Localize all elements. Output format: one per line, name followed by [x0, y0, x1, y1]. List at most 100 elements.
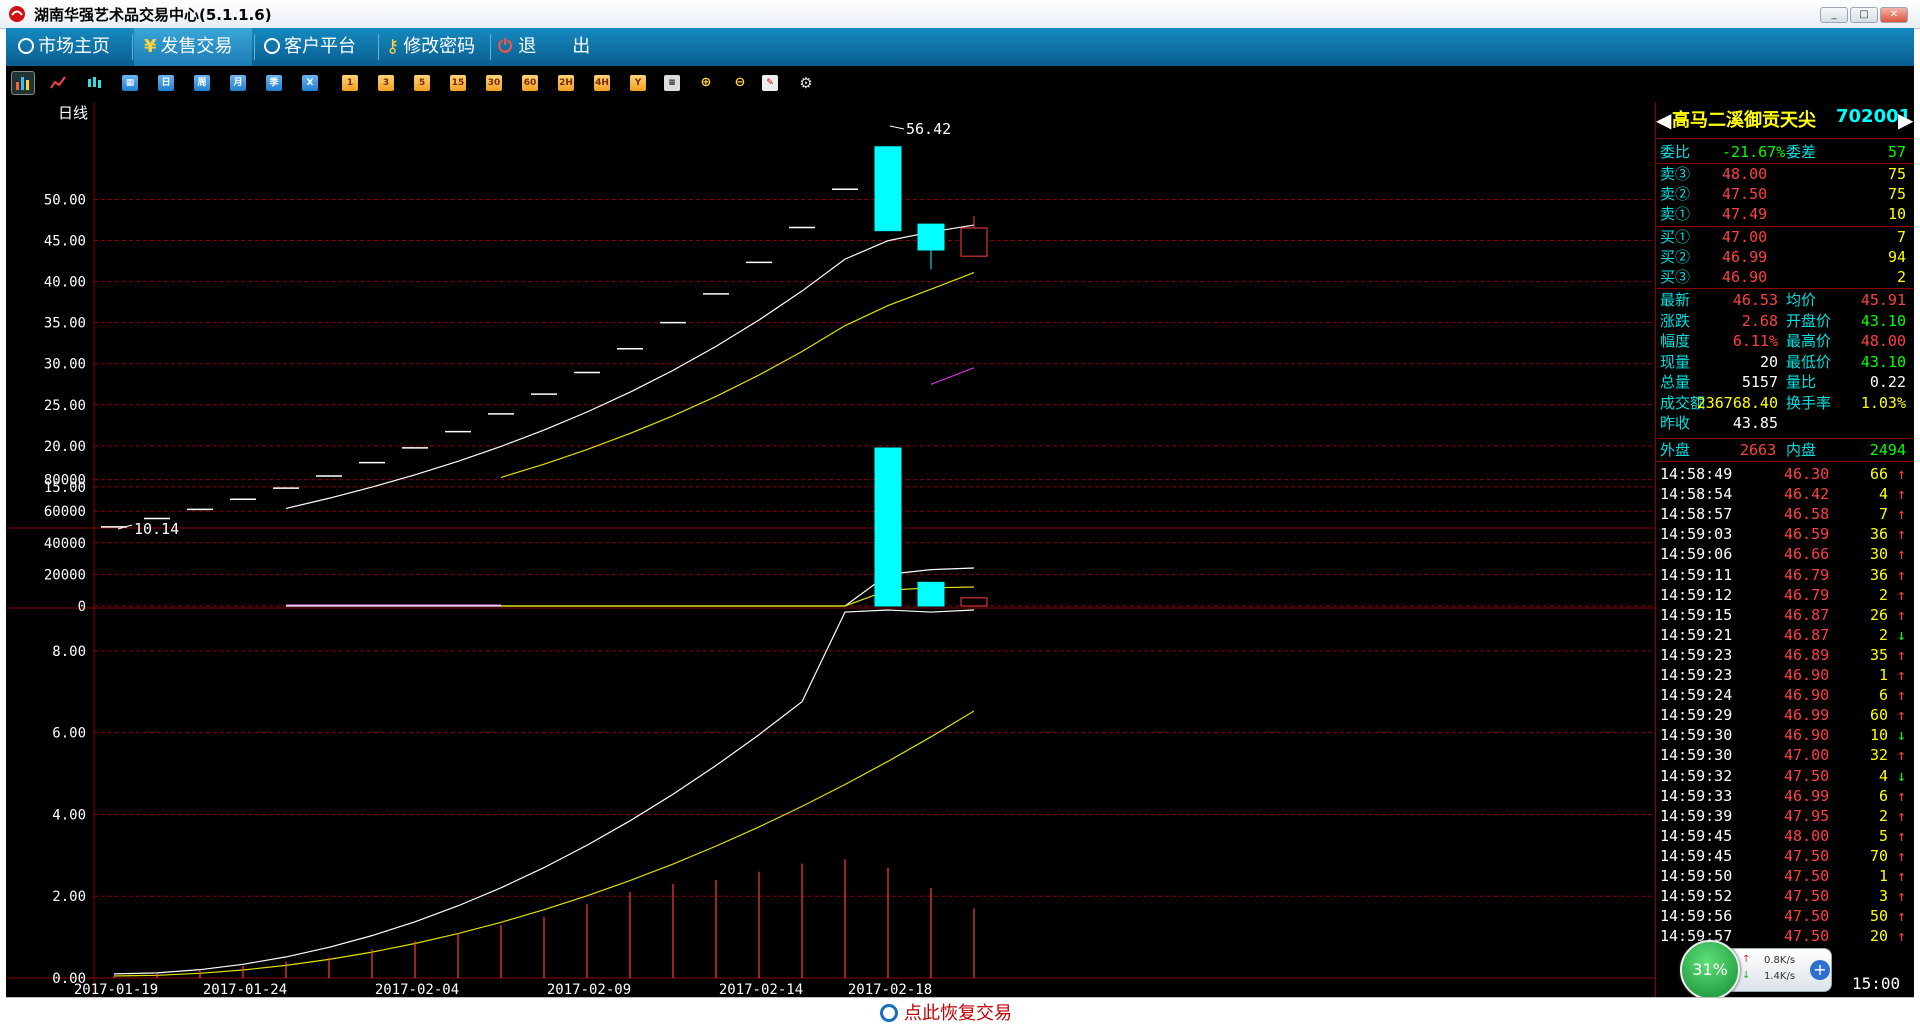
bid-label: 买① — [1660, 228, 1691, 246]
tick-qty: 20 — [1869, 927, 1888, 946]
stat-label: 换手率 — [1786, 393, 1832, 412]
add-icon[interactable]: + — [1810, 960, 1830, 980]
minute-60-button[interactable]: 60 — [522, 75, 538, 91]
bid-level-row: 买② 46.99 94 — [1660, 247, 1910, 267]
line-chart-icon[interactable] — [50, 75, 66, 91]
quote-stat-row: 总量 5157 量比 0.22 — [1660, 372, 1910, 392]
tick-time: 14:59:56 — [1660, 907, 1733, 926]
tick-time: 14:59:33 — [1660, 786, 1733, 805]
weicha-value: 57 — [1887, 143, 1906, 161]
tick-row: 14:59:03 46.59 36 ↑ — [1660, 524, 1910, 544]
weibi-label: 委比 — [1660, 143, 1691, 161]
network-monitor-widget[interactable]: 31% ↑ 0.8K/s ↓ 1.4K/s + — [1680, 940, 1832, 1000]
tick-price: 46.79 — [1784, 565, 1830, 584]
bid-price: 46.90 — [1722, 268, 1768, 286]
menu-change-password[interactable]: ⚷ 修改密码 — [386, 28, 496, 66]
quote-stat-row: 最新 46.53 均价 45.91 — [1660, 290, 1910, 310]
period-quarter-button[interactable]: 季 — [266, 75, 282, 91]
next-instrument-icon[interactable]: ▶ — [1898, 108, 1913, 132]
ask-label: 卖① — [1660, 205, 1691, 223]
chart-toolbar: ▦ 日 周 月 季 X 1 3 5 15 30 60 2H 4H Y ≡ ⊕ ⊖… — [6, 66, 1914, 103]
kline-chart-panel[interactable]: 日线 15.00 20.00 25.00 30.00 35.00 40.00 45.00 50… — [6, 102, 1655, 997]
tick-time: 14:59:52 — [1660, 887, 1733, 906]
title-bar: 湖南华强艺术品交易中心(5.1.1.6) _ □ ✕ — [0, 0, 1920, 29]
tick-price: 47.50 — [1784, 887, 1830, 906]
minute-5-button[interactable]: 5 — [414, 75, 430, 91]
power-icon: ⏻ — [498, 36, 513, 57]
period-day-button[interactable]: 日 — [158, 75, 174, 91]
period-week-button[interactable]: 周 — [194, 75, 210, 91]
close-button[interactable]: ✕ — [1880, 7, 1908, 23]
tick-time: 14:59:11 — [1660, 565, 1733, 584]
tick-qty: 4 — [1878, 766, 1888, 785]
price-tick-label: 30.00 — [44, 357, 86, 373]
tick-time: 14:59:45 — [1660, 846, 1733, 865]
minute-3-button[interactable]: 3 — [378, 75, 394, 91]
candlestick-icon[interactable] — [86, 75, 102, 91]
tick-time: 14:59:30 — [1660, 746, 1733, 765]
tick-qty: 30 — [1869, 545, 1888, 564]
zoom-in-icon[interactable]: ⊕ — [698, 75, 714, 91]
hour-2-button[interactable]: 2H — [558, 75, 574, 91]
clock: 15:00 — [1852, 974, 1901, 993]
tick-qty: 70 — [1869, 846, 1888, 865]
down-arrow-icon: ↓ — [1896, 726, 1906, 745]
up-arrow-icon: ↑ — [1896, 867, 1906, 885]
prev-instrument-icon[interactable]: ◀ — [1656, 108, 1671, 132]
price-ma20-line — [930, 367, 975, 385]
period-month-button[interactable]: 月 — [230, 75, 246, 91]
indicator-tick-label: 6.00 — [52, 726, 86, 742]
year-button[interactable]: Y — [630, 75, 646, 91]
tick-row: 14:59:30 46.90 10 ↓ — [1660, 725, 1910, 745]
menu-divider — [378, 34, 379, 60]
tick-time: 14:59:24 — [1660, 686, 1733, 705]
price-tick-label: 50.00 — [44, 192, 86, 208]
tick-qty: 5 — [1878, 826, 1888, 845]
quote-stat-row: 现量 20 最低价 43.10 — [1660, 352, 1910, 372]
tick-price: 47.50 — [1784, 766, 1830, 785]
minute-30-button[interactable]: 30 — [486, 75, 502, 91]
tick-time: 14:58:57 — [1660, 505, 1733, 524]
zoom-out-icon[interactable]: ⊖ — [732, 75, 748, 91]
quote-panel: ◀ 高马二溪御贡天尖 702001 ▶ 委比 -21.67% 委差 57 卖③ 4… — [1655, 102, 1914, 997]
gear-icon[interactable]: ⚙ — [798, 75, 814, 91]
neipan-value: 2494 — [1869, 441, 1906, 459]
price-ma10-line — [500, 272, 975, 478]
instrument-header[interactable]: ◀ 高马二溪御贡天尖 702001 ▶ — [1656, 102, 1914, 138]
up-arrow-icon: ↑ — [1896, 525, 1906, 544]
period-custom-button[interactable]: X — [302, 75, 318, 91]
x-tick-label: 2017-01-19 — [74, 982, 158, 997]
waipan-value: 2663 — [1740, 441, 1777, 459]
tick-qty: 3 — [1878, 887, 1888, 906]
minute-15-button[interactable]: 15 — [450, 75, 466, 91]
weibi-row: 委比 -21.67% 委差 57 — [1660, 142, 1910, 162]
menu-issue-trade[interactable]: ¥ 发售交易 — [134, 28, 252, 66]
volume-ma5-line — [286, 567, 975, 607]
calendar-icon[interactable]: ▦ — [122, 75, 138, 91]
tick-price: 46.59 — [1784, 525, 1830, 544]
minute-1-button[interactable]: 1 — [342, 75, 358, 91]
stat-label: 量比 — [1786, 373, 1817, 391]
restore-trading-link[interactable]: 点此恢复交易 — [880, 1002, 1012, 1026]
up-arrow-icon: ↑ — [1896, 686, 1906, 705]
ask-level-row: 卖③ 48.00 75 — [1660, 164, 1910, 184]
bar-chart-icon[interactable] — [11, 71, 35, 95]
tick-time: 14:59:12 — [1660, 585, 1733, 604]
menu-logout[interactable]: ⏻ 退 出 — [498, 28, 608, 66]
stat-label: 幅度 — [1660, 332, 1691, 350]
draw-tool-icon[interactable]: ✎ — [762, 75, 778, 91]
kline-chart[interactable]: 日线 15.0020.0025.0030.0035.0040.0045.0050… — [6, 102, 1655, 997]
document-icon[interactable]: ≡ — [664, 75, 680, 91]
tick-price: 46.30 — [1784, 465, 1830, 483]
menu-client-platform[interactable]: 客户平台 — [264, 28, 374, 66]
maximize-button[interactable]: □ — [1850, 7, 1878, 23]
candle — [917, 223, 945, 251]
tick-price: 46.87 — [1784, 625, 1830, 644]
tick-time: 14:59:30 — [1660, 726, 1733, 745]
menu-market-home[interactable]: 市场主页 — [18, 28, 128, 66]
network-percent: 31% — [1680, 940, 1740, 1000]
hour-4-button[interactable]: 4H — [594, 75, 610, 91]
tick-price: 47.50 — [1784, 907, 1830, 926]
minimize-button[interactable]: _ — [1820, 7, 1848, 23]
key-icon: ⚷ — [386, 36, 400, 57]
